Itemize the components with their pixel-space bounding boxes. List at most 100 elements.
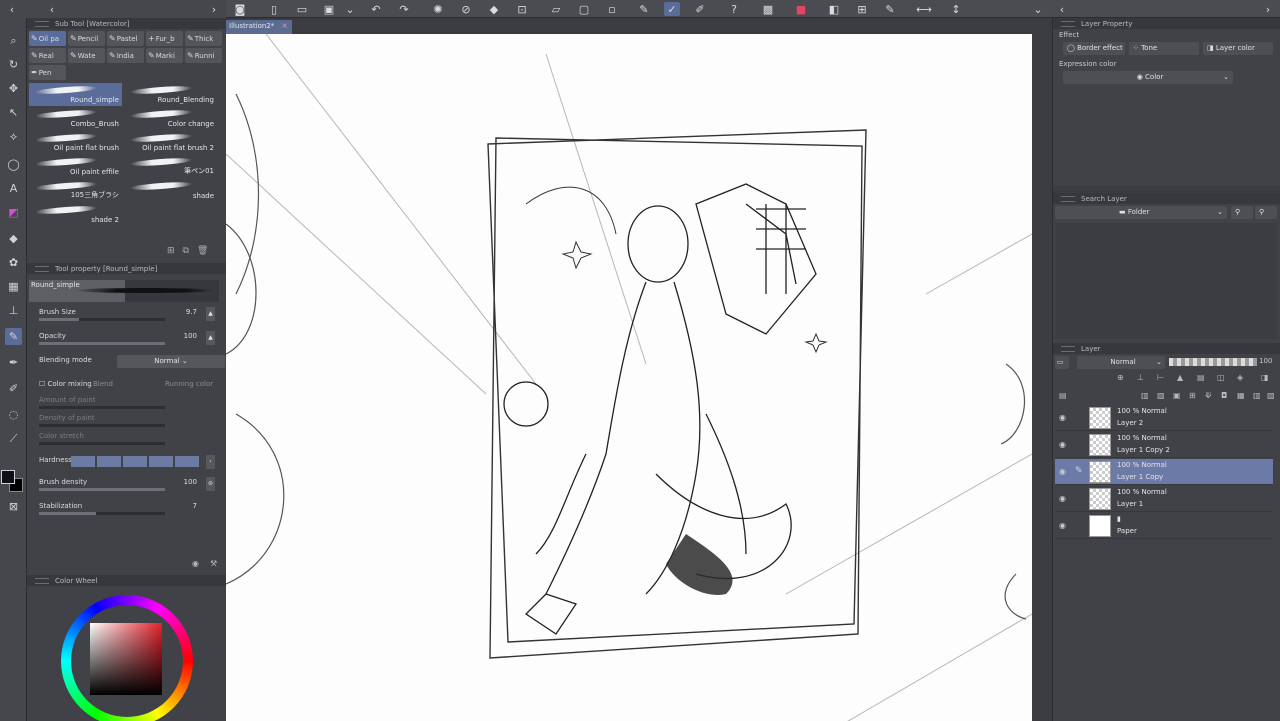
apply-mask-icon[interactable]: ▦ [1237,391,1245,400]
grip-icon[interactable] [1061,345,1075,352]
eyedropper-icon[interactable]: ⟋ [5,430,22,447]
arrow-horizontal-icon[interactable]: ⟷ [916,2,932,16]
clear-icon[interactable]: ⊘ [458,2,474,16]
opacity-slider[interactable] [39,342,165,345]
grip-icon[interactable] [35,265,49,272]
layer-menu-icon[interactable]: ▤ [1059,391,1067,400]
category-tab[interactable]: ✎ Marki [146,48,183,63]
stabilization-slider[interactable] [39,512,165,515]
chevron-down-icon[interactable]: ⌄ [1030,2,1046,16]
save-icon[interactable]: ▣ [321,2,337,16]
opacity-slider[interactable] [1169,358,1257,366]
category-tab[interactable]: ✎ Wate [68,48,105,63]
fill-bucket-icon[interactable]: ▦ [5,278,22,295]
new-file-icon[interactable]: ▯ [266,2,282,16]
wrench-icon[interactable]: ⚒ [210,559,217,568]
open-folder-icon[interactable]: ▭ [294,2,310,16]
category-tab[interactable]: + Fur_b [146,31,183,46]
merge-down-icon[interactable]: ⟱ [1205,391,1212,400]
figure-icon[interactable]: ⊥ [5,302,22,319]
brush-density-row[interactable]: Brush density 100 ⊚ [37,477,215,495]
selection-ellipse-icon[interactable]: ◯ [5,156,22,173]
lock-icon[interactable]: ⊕ [1117,373,1124,382]
spinner-icon[interactable]: ▲ [206,331,215,345]
deselect-icon[interactable]: ▱ [548,2,564,16]
brush-item[interactable]: 105三角ブラシ [29,179,122,202]
eye-icon[interactable]: ◉ [1059,521,1066,530]
text-icon[interactable]: A [5,180,22,197]
stabilization-row[interactable]: Stabilization 7 [37,501,215,519]
running-color-option[interactable]: Running color [165,380,213,388]
color-swatch[interactable] [1,470,25,494]
zoom-icon[interactable]: ⌕ [5,32,22,49]
brush-item[interactable]: Color change [124,107,217,130]
new-vector-layer-icon[interactable]: ▨ [1157,391,1165,400]
canvas-view-icon[interactable]: ◙ [232,2,248,16]
category-tab[interactable]: ✎ Thick [185,31,222,46]
drawing-canvas[interactable] [226,34,1032,721]
brush-item[interactable]: Round_Blending [124,83,217,106]
hardness-level[interactable] [97,456,121,467]
chevron-left-icon[interactable]: ‹ [44,2,60,16]
pen-pressure-icon[interactable]: ✎ [636,2,652,16]
brush-item[interactable]: Oil paint flat brush 2 [124,131,217,154]
airbrush-icon[interactable]: ✐ [5,380,22,397]
layer-type-icon[interactable]: ▭ [1055,356,1069,369]
layer-row-selected[interactable]: ◉ ✎ 100 % Normal Layer 1 Copy [1055,459,1273,485]
lock-transparent-icon[interactable]: ▲ [1177,373,1183,382]
layer-row[interactable]: ◉ 100 % Normal Layer 1 [1055,486,1273,512]
pen-nib-icon[interactable]: ✒ [5,354,22,371]
brush-density-slider[interactable] [39,488,165,491]
expression-color-select[interactable]: ◉ Color ⌄ [1063,71,1233,84]
arrow-vertical-icon[interactable]: ↕ [948,2,964,16]
brush-item[interactable]: shade 2 [29,203,122,226]
mask-icon[interactable]: ◫ [1217,373,1225,382]
lasso-icon[interactable]: ◌ [5,406,22,423]
selection-border-icon[interactable]: ▫ [604,2,620,16]
foreground-color[interactable] [1,470,15,484]
blend-icon[interactable]: ✿ [5,254,22,271]
ruler-icon[interactable]: ✎ [882,2,898,16]
palette-icon[interactable]: ◈ [1237,373,1243,382]
category-tab[interactable]: ✎ Pencil [68,31,105,46]
subtool-footer-icons[interactable]: ⊞⧉🗑 [167,246,216,256]
settings-icon[interactable]: ⊚ [206,477,215,491]
blending-mode-row[interactable]: Blending mode Normal ⌄ [37,355,225,373]
layer-color-icon[interactable]: ◨ [1261,373,1269,382]
saturation-value-square[interactable] [90,623,162,695]
brush-active-icon[interactable]: ✓ [664,2,680,16]
chevron-down-icon[interactable]: ⌄ [342,2,358,16]
brush-item[interactable]: shade [124,179,217,202]
flip-horizontal-icon[interactable]: ◧ [826,2,842,16]
brush-item[interactable]: Combo_Brush [29,107,122,130]
search-option-icon[interactable]: ⚲ [1255,206,1277,219]
eye-icon[interactable]: ◉ [1059,494,1066,503]
layer-row[interactable]: ◉ 100 % Normal Layer 1 Copy 2 [1055,432,1273,458]
layer-tab[interactable]: Layer [1081,345,1101,353]
brush-item[interactable]: Oil paint flat brush [29,131,122,154]
brush-item[interactable]: Oil paint effile [29,155,122,178]
layer-opacity-value[interactable]: 100 [1259,357,1272,365]
chevron-left-icon[interactable]: ‹ [1054,2,1070,16]
blend-mode-select[interactable]: Normal ⌄ [1077,356,1165,369]
hardness-level[interactable] [123,456,147,467]
vector-icon[interactable]: ▩ [760,2,776,16]
chevron-right-icon[interactable]: › [1260,2,1276,16]
trash-icon[interactable]: ▥ [1253,391,1261,400]
chevron-left-icon[interactable]: ‹ [4,2,20,16]
category-tab[interactable]: ✒ Pen [29,65,66,80]
ruler-icon[interactable]: ⊢ [1157,373,1164,382]
record-icon[interactable]: ■ [793,2,809,16]
brush-item[interactable]: 筆ペン01 [124,155,217,178]
pen-icon[interactable]: ✐ [692,2,708,16]
layer-row[interactable]: ◉ 100 % Normal Layer 2 [1055,405,1273,431]
new-raster-layer-icon[interactable]: ▥ [1141,391,1149,400]
search-option-icon[interactable]: ⚲ [1231,206,1253,219]
search-layer-filter[interactable]: ▬ Folder ⌄ [1055,206,1227,219]
invert-selection-icon[interactable]: ▢ [576,2,592,16]
vertical-scrollbar[interactable] [1032,34,1052,721]
opacity-row[interactable]: Opacity 100 ▲ [37,331,215,349]
operation-icon[interactable]: ↖ [5,104,22,121]
hardness-level[interactable] [149,456,173,467]
move-icon[interactable]: ✥ [5,80,22,97]
